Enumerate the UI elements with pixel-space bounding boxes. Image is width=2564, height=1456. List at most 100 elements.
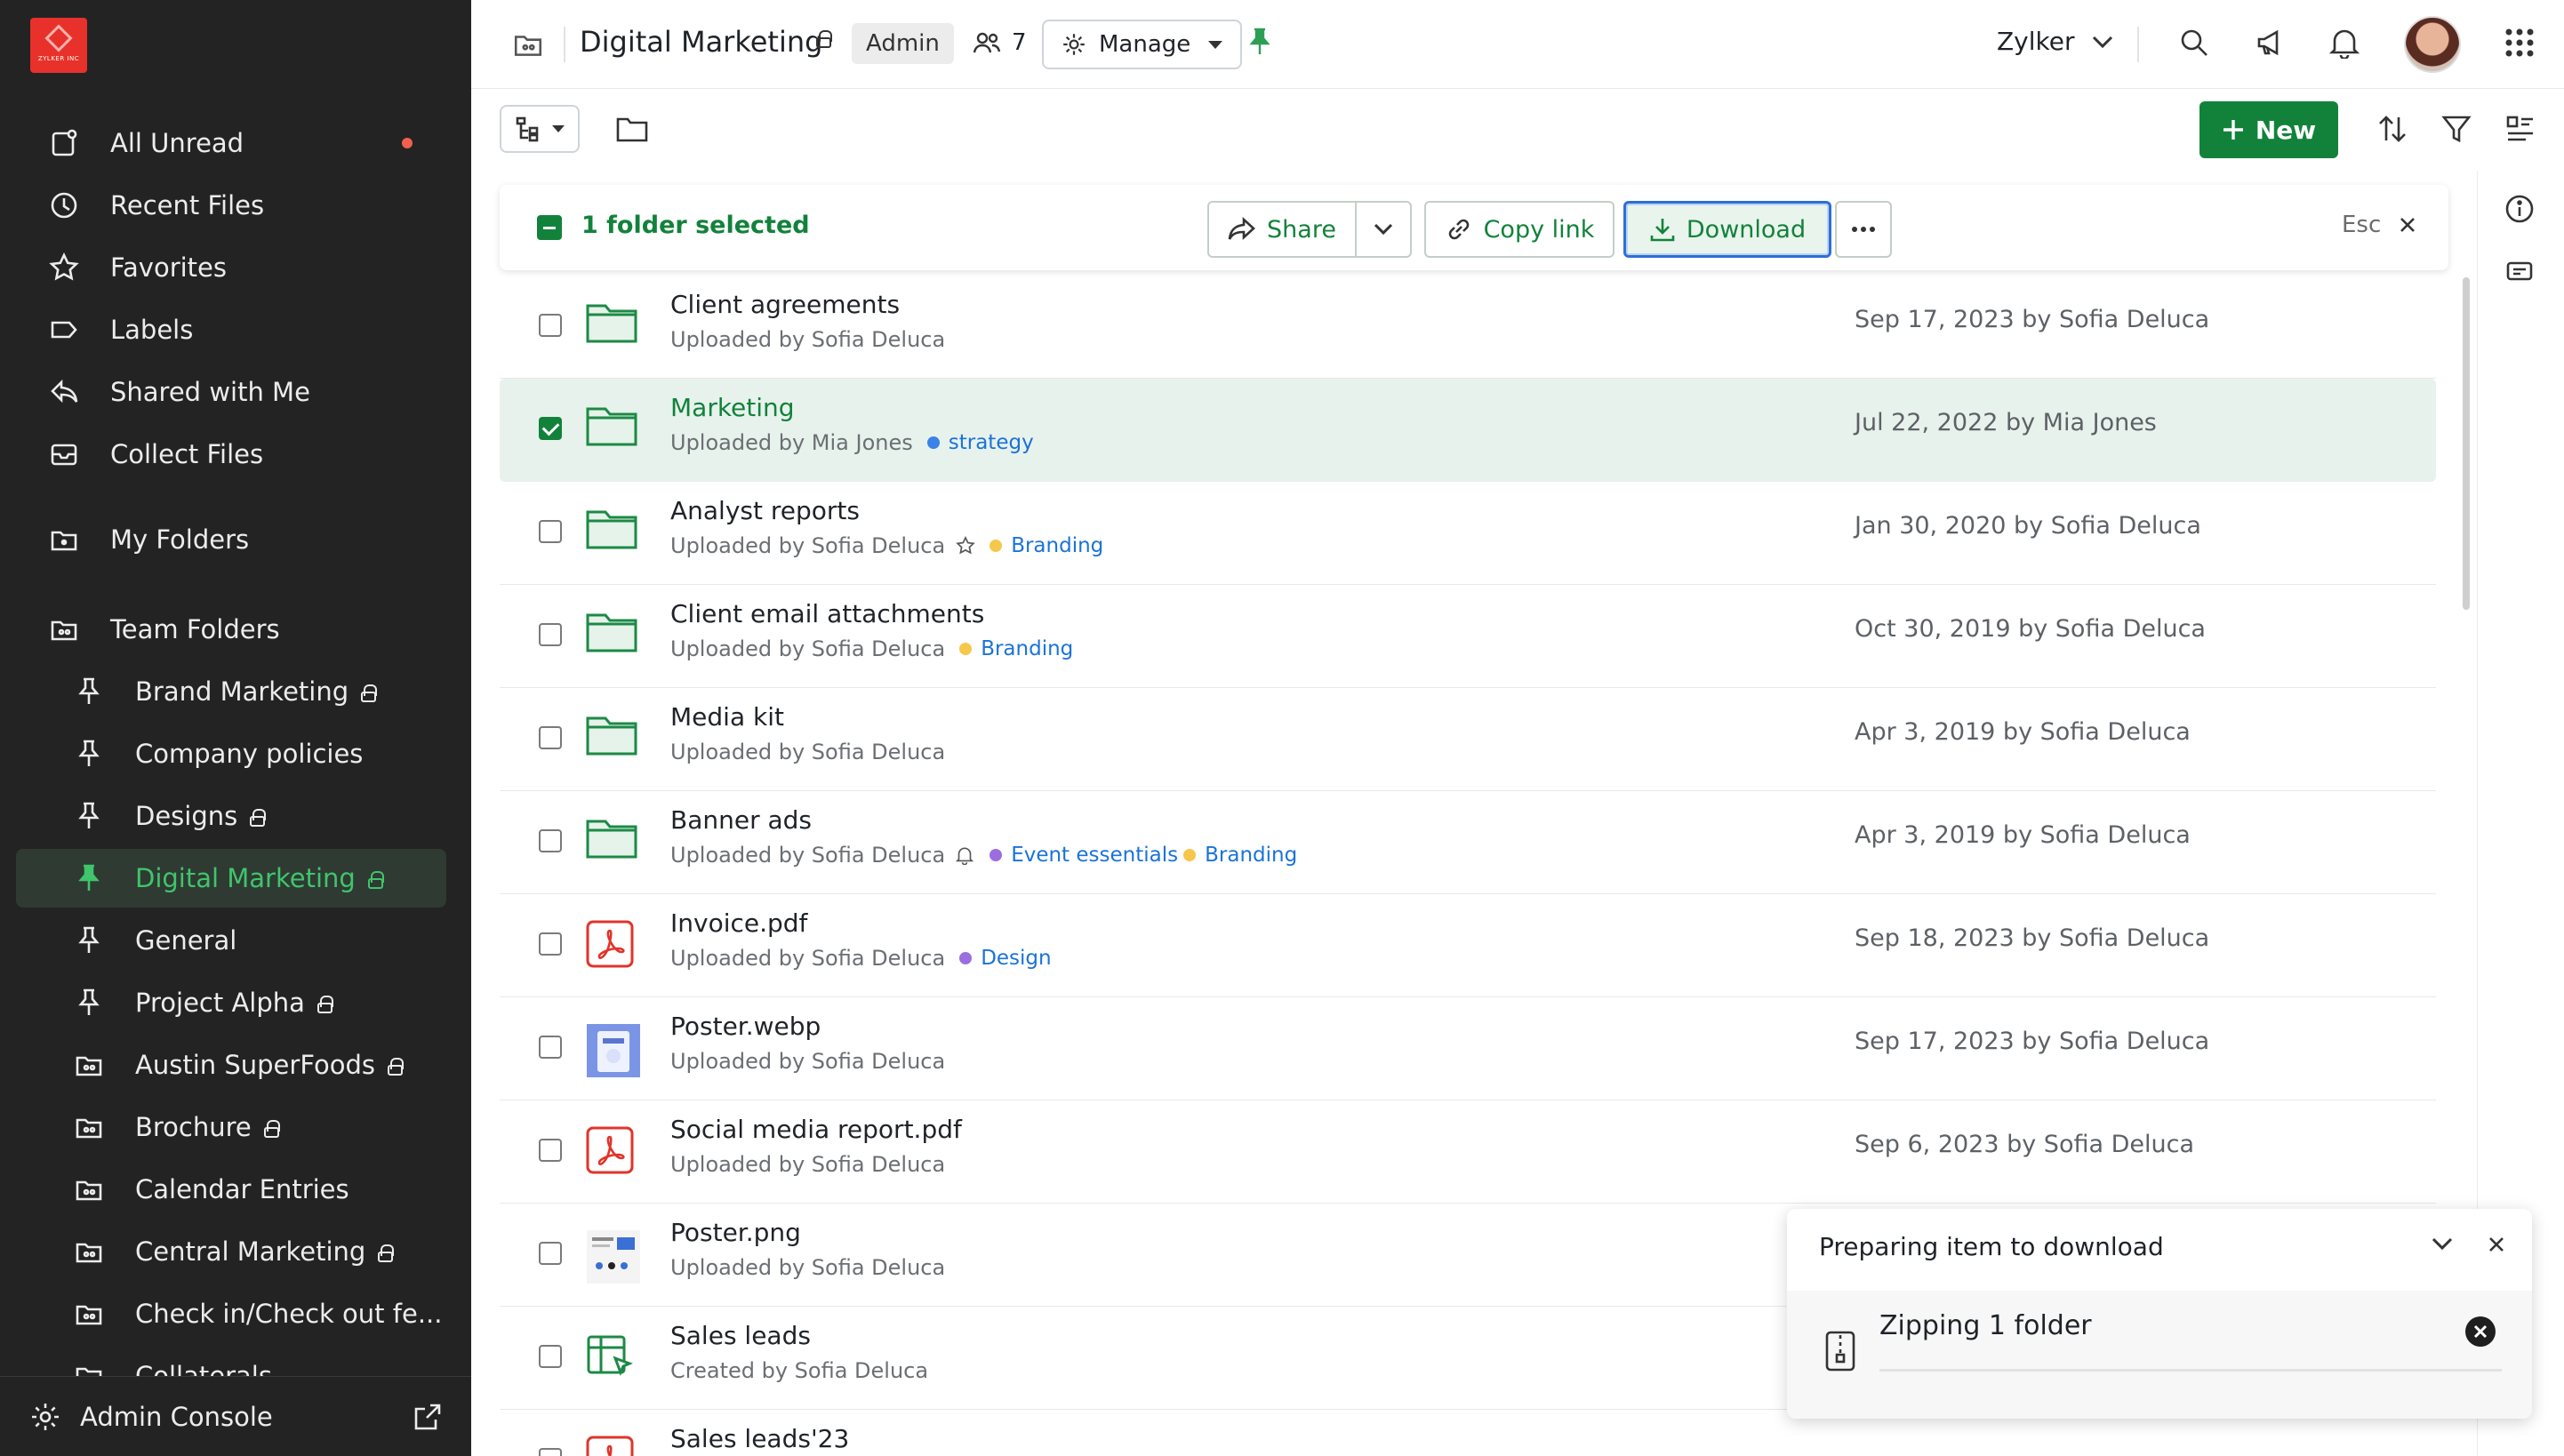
sidebar-item-company-policies[interactable]: Company policies bbox=[0, 724, 471, 783]
new-button[interactable]: New bbox=[2199, 101, 2338, 158]
row-checkbox[interactable] bbox=[539, 1448, 562, 1456]
sidebar-item-brochure[interactable]: Brochure bbox=[0, 1098, 471, 1156]
file-name[interactable]: Poster.webp bbox=[670, 1012, 821, 1041]
scrollbar-thumb[interactable] bbox=[2463, 277, 2470, 610]
sidebar-item-brand-marketing[interactable]: Brand Marketing bbox=[0, 662, 471, 721]
sidebar-item-check-in-check-out[interactable]: Check in/Check out fe... bbox=[0, 1284, 471, 1343]
row-checkbox[interactable] bbox=[539, 623, 562, 646]
tag[interactable]: Branding bbox=[990, 534, 1103, 557]
file-row[interactable]: Banner ads Uploaded by Sofia Deluca Event … bbox=[500, 791, 2436, 894]
filter-icon[interactable] bbox=[2441, 114, 2472, 148]
row-checkbox[interactable] bbox=[539, 1242, 562, 1265]
tag[interactable]: strategy bbox=[926, 431, 1034, 454]
folder-icon[interactable] bbox=[615, 114, 649, 148]
row-checkbox[interactable] bbox=[539, 417, 562, 440]
row-checkbox[interactable] bbox=[539, 1139, 562, 1162]
sidebar-item-shared-with-me[interactable]: Shared with Me bbox=[0, 363, 471, 421]
sidebar-item-team-folders[interactable]: Team Folders bbox=[0, 600, 471, 659]
search-icon[interactable] bbox=[2178, 27, 2210, 59]
copy-link-label: Copy link bbox=[1483, 215, 1595, 244]
members-button[interactable]: 7 bbox=[973, 28, 1027, 57]
avatar[interactable] bbox=[2404, 16, 2461, 73]
sidebar-item-my-folders[interactable]: My Folders bbox=[0, 510, 471, 569]
tag[interactable]: Branding bbox=[959, 637, 1073, 660]
close-icon[interactable] bbox=[2488, 1236, 2505, 1257]
lock-icon bbox=[250, 809, 267, 827]
admin-console-bar[interactable]: Admin Console bbox=[0, 1376, 471, 1456]
org-switcher[interactable]: Zylker bbox=[1997, 27, 2114, 56]
sidebar-item-recent-files[interactable]: Recent Files bbox=[0, 176, 471, 235]
row-checkbox[interactable] bbox=[539, 1036, 562, 1059]
row-checkbox[interactable] bbox=[539, 1345, 562, 1368]
company-logo[interactable]: ZYLKER INC bbox=[30, 18, 87, 73]
bell-icon[interactable] bbox=[955, 845, 975, 866]
info-icon[interactable] bbox=[2504, 194, 2535, 228]
row-checkbox[interactable] bbox=[539, 829, 562, 852]
collapse-chevron-icon[interactable] bbox=[2431, 1236, 2454, 1255]
file-row[interactable]: Client email attachments Uploaded by Sofi… bbox=[500, 585, 2436, 688]
download-item-label: Zipping 1 folder bbox=[1879, 1310, 2092, 1341]
sidebar-item-digital-marketing[interactable]: Digital Marketing bbox=[16, 849, 446, 908]
select-all-checkbox[interactable] bbox=[537, 215, 562, 240]
row-checkbox[interactable] bbox=[539, 520, 562, 543]
row-checkbox[interactable] bbox=[539, 932, 562, 956]
file-name[interactable]: Social media report.pdf bbox=[670, 1115, 962, 1144]
sidebar-item-label: Brand Marketing bbox=[135, 676, 378, 707]
sidebar-item-labels[interactable]: Labels bbox=[0, 300, 471, 359]
sidebar-item-collect-files[interactable]: Collect Files bbox=[0, 425, 471, 484]
exit-selection[interactable]: Esc bbox=[2342, 212, 2416, 238]
external-link-icon[interactable] bbox=[413, 1402, 443, 1432]
file-row[interactable]: Media kit Uploaded by Sofia Deluca Apr 3, … bbox=[500, 688, 2436, 791]
file-name[interactable]: Analyst reports bbox=[670, 496, 860, 525]
view-options-icon[interactable] bbox=[2505, 114, 2536, 148]
pin-icon[interactable] bbox=[1246, 27, 1273, 57]
file-name[interactable]: Media kit bbox=[670, 702, 784, 732]
announcement-icon[interactable] bbox=[2255, 27, 2287, 59]
file-row[interactable]: Analyst reports Uploaded by Sofia Deluca B… bbox=[500, 482, 2436, 585]
tag[interactable]: Event essentials bbox=[990, 844, 1178, 867]
sidebar-item-project-alpha[interactable]: Project Alpha bbox=[0, 973, 471, 1032]
file-row[interactable]: Client agreements Uploaded by Sofia Deluc… bbox=[500, 276, 2436, 379]
cancel-download-icon[interactable] bbox=[2464, 1316, 2496, 1351]
file-name[interactable]: Marketing bbox=[670, 393, 795, 422]
sort-icon[interactable] bbox=[2377, 114, 2408, 148]
share-button[interactable]: Share bbox=[1207, 201, 1357, 258]
share-options-button[interactable] bbox=[1355, 201, 1412, 258]
sidebar-item-austin-superfoods[interactable]: Austin SuperFoods bbox=[0, 1036, 471, 1094]
file-name[interactable]: Poster.png bbox=[670, 1218, 801, 1247]
sidebar-item-general[interactable]: General bbox=[0, 911, 471, 970]
tree-view-button[interactable] bbox=[500, 105, 580, 153]
folder-icon bbox=[585, 404, 638, 457]
file-name[interactable]: Banner ads bbox=[670, 805, 812, 835]
more-actions-button[interactable] bbox=[1835, 201, 1892, 258]
row-checkbox[interactable] bbox=[539, 314, 562, 337]
file-name[interactable]: Invoice.pdf bbox=[670, 908, 807, 938]
file-name[interactable]: Client email attachments bbox=[670, 599, 984, 628]
tag[interactable]: Branding bbox=[1183, 844, 1297, 867]
sidebar-item-calendar-entries[interactable]: Calendar Entries bbox=[0, 1160, 471, 1219]
tag[interactable]: Design bbox=[959, 947, 1052, 970]
file-row[interactable]: Invoice.pdf Uploaded by Sofia Deluca Desig… bbox=[500, 894, 2436, 997]
label-icon bbox=[48, 314, 80, 346]
star-icon[interactable] bbox=[956, 535, 975, 556]
app-grid-icon[interactable] bbox=[2504, 27, 2536, 59]
sidebar-item-central-marketing[interactable]: Central Marketing bbox=[0, 1222, 471, 1281]
manage-button[interactable]: Manage bbox=[1042, 20, 1243, 69]
modified-date: Sep 6, 2023 by Sofia Deluca bbox=[1855, 1131, 2195, 1158]
logo-diamond-icon bbox=[44, 24, 73, 52]
download-button[interactable]: Download bbox=[1623, 201, 1831, 258]
file-name[interactable]: Sales leads'23 bbox=[670, 1424, 849, 1453]
file-row[interactable]: Marketing Uploaded by Mia Jones strategy Ju… bbox=[500, 379, 2436, 482]
file-row[interactable]: Social media report.pdf Uploaded by Sofia… bbox=[500, 1100, 2436, 1204]
copy-link-button[interactable]: Copy link bbox=[1424, 201, 1615, 258]
pin-icon bbox=[73, 676, 105, 708]
comments-icon[interactable] bbox=[2504, 258, 2535, 292]
sidebar-item-designs[interactable]: Designs bbox=[0, 787, 471, 845]
file-row[interactable]: Poster.webp Uploaded by Sofia Deluca Sep 1… bbox=[500, 997, 2436, 1100]
file-name[interactable]: Sales leads bbox=[670, 1321, 811, 1350]
file-name[interactable]: Client agreements bbox=[670, 290, 900, 319]
sidebar-item-favorites[interactable]: Favorites bbox=[0, 238, 471, 297]
bell-icon[interactable] bbox=[2329, 27, 2360, 59]
sidebar-item-all-unread[interactable]: All Unread bbox=[0, 114, 471, 172]
row-checkbox[interactable] bbox=[539, 726, 562, 749]
